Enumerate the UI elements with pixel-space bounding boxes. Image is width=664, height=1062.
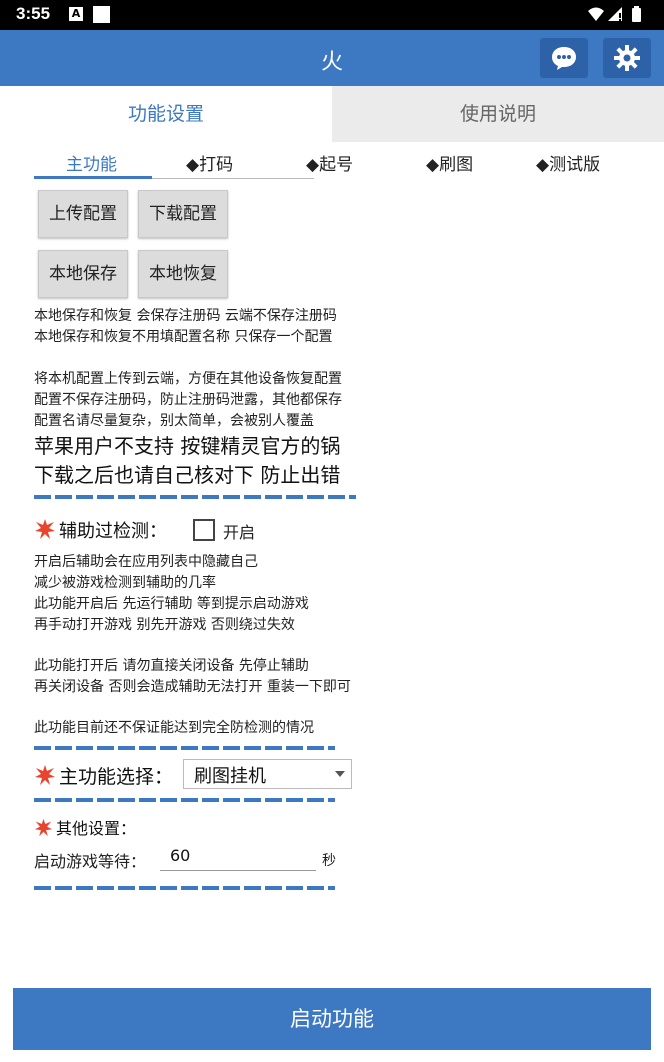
assist-checkbox[interactable] <box>193 519 215 541</box>
settings-button[interactable] <box>603 38 651 78</box>
dropdown-value: 刷图挂机 <box>194 766 266 787</box>
wifi-icon <box>588 7 604 21</box>
chat-bubble-icon <box>552 47 576 70</box>
subtab-divider <box>152 178 314 179</box>
assist-desc: 开启后辅助会在应用列表中隐藏自己 <box>34 554 258 570</box>
section-divider <box>34 495 356 499</box>
chat-button[interactable] <box>540 38 588 78</box>
note-line: 配置名请尽量复杂，别太简单，会被别人覆盖 <box>34 413 314 429</box>
anger-burst-icon <box>34 818 53 837</box>
other-settings-label: 其他设置： <box>56 819 137 838</box>
notification-square-icon <box>93 6 110 23</box>
subtab-indicator <box>34 176 152 179</box>
assist-desc: 再手动打开游戏 别先开游戏 否则绕过失效 <box>34 617 295 633</box>
wait-label: 启动游戏等待： <box>34 852 147 871</box>
download-config-button[interactable]: 下载配置 <box>138 190 228 238</box>
section-divider <box>34 886 335 890</box>
local-save-button[interactable]: 本地保存 <box>38 250 128 298</box>
anger-burst-icon <box>35 519 55 539</box>
assist-desc: 减少被游戏检测到辅助的几率 <box>34 575 216 591</box>
main-select-label: 主功能选择： <box>59 766 174 788</box>
local-restore-button[interactable]: 本地恢复 <box>138 250 228 298</box>
assist-desc: 此功能打开后 请勿直接关闭设备 先停止辅助 <box>34 658 309 674</box>
assist-section-title: 辅助过检测： <box>34 517 167 543</box>
status-icons <box>586 5 650 29</box>
status-bar: 3:55 A <box>0 0 664 30</box>
gear-icon <box>614 45 640 71</box>
note-line: 本地保存和恢复不用填配置名称 只保存一个配置 <box>34 329 333 345</box>
notification-a-icon: A <box>69 7 83 21</box>
seconds-unit: 秒 <box>322 853 336 869</box>
subtab-test[interactable]: ◆测试版 <box>536 150 600 175</box>
subtab-farm[interactable]: ◆刷图 <box>426 150 473 175</box>
warning-line: 下载之后也请自己核对下 防止出错 <box>34 463 341 487</box>
section-divider <box>34 746 335 750</box>
app-bar: 火 <box>0 30 664 86</box>
dropdown-caret-icon <box>335 771 345 777</box>
battery-icon <box>632 6 641 22</box>
subtab-main[interactable]: 主功能 <box>66 150 117 175</box>
other-settings-title: 其他设置： <box>34 815 136 839</box>
signal-icon <box>608 7 622 21</box>
status-time: 3:55 <box>16 4 51 23</box>
note-line: 配置不保存注册码，防止注册码泄露，其他都保存 <box>34 392 342 408</box>
wait-seconds-input[interactable]: 60 <box>160 844 316 871</box>
tab-settings[interactable]: 功能设置 <box>0 86 332 142</box>
assist-checkbox-label: 开启 <box>223 523 256 542</box>
tab-manual[interactable]: 使用说明 <box>332 86 664 142</box>
upload-config-button[interactable]: 上传配置 <box>38 190 128 238</box>
assist-label: 辅助过检测： <box>59 521 167 542</box>
wait-seconds-value: 60 <box>170 846 191 865</box>
anger-burst-icon <box>35 765 55 785</box>
assist-desc: 此功能目前还不保证能达到完全防检测的情况 <box>34 720 314 736</box>
subtab-start[interactable]: ◆起号 <box>306 150 353 175</box>
note-line: 将本机配置上传到云端，方便在其他设备恢复配置 <box>34 371 342 387</box>
main-select-title: 主功能选择： <box>34 762 173 789</box>
top-tabs: 功能设置 使用说明 <box>0 86 664 142</box>
note-line: 本地保存和恢复 会保存注册码 云端不保存注册码 <box>34 308 337 324</box>
warning-line: 苹果用户不支持 按键精灵官方的锅 <box>34 434 341 458</box>
start-function-button[interactable]: 启动功能 <box>13 988 651 1050</box>
assist-desc: 再关闭设备 否则会造成辅助无法打开 重装一下即可 <box>34 679 351 695</box>
main-function-dropdown[interactable]: 刷图挂机 <box>183 759 352 789</box>
section-divider <box>34 798 335 802</box>
assist-desc: 此功能开启后 先运行辅助 等到提示启动游戏 <box>34 596 309 612</box>
subtab-code[interactable]: ◆打码 <box>186 150 233 175</box>
